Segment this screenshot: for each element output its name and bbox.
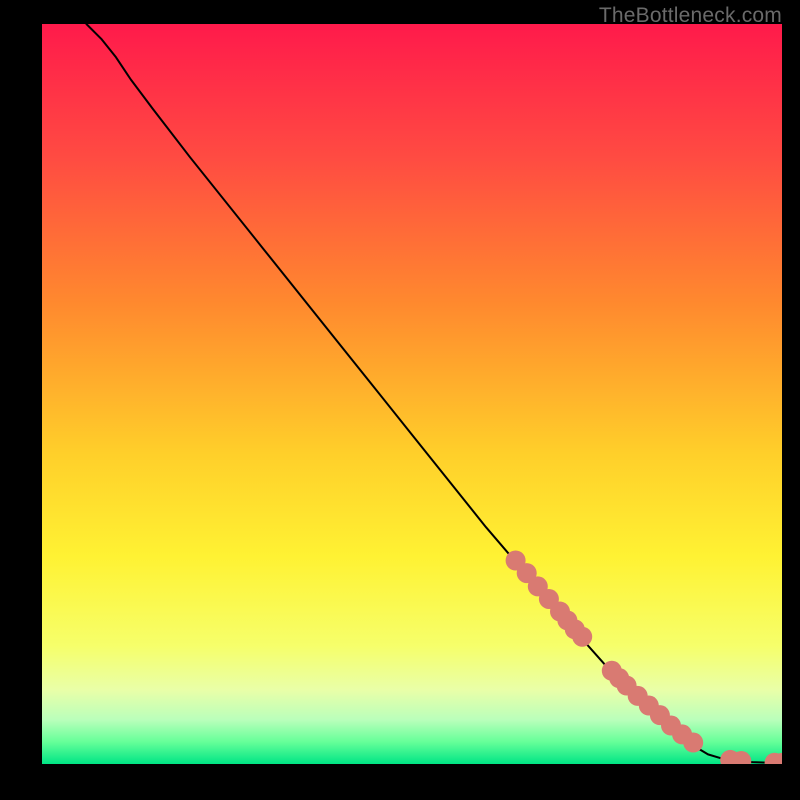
curve-line bbox=[86, 24, 782, 763]
chart-svg bbox=[42, 24, 782, 764]
chart-stage: TheBottleneck.com bbox=[0, 0, 800, 800]
plot-area bbox=[42, 24, 782, 764]
marker-points bbox=[506, 551, 782, 765]
